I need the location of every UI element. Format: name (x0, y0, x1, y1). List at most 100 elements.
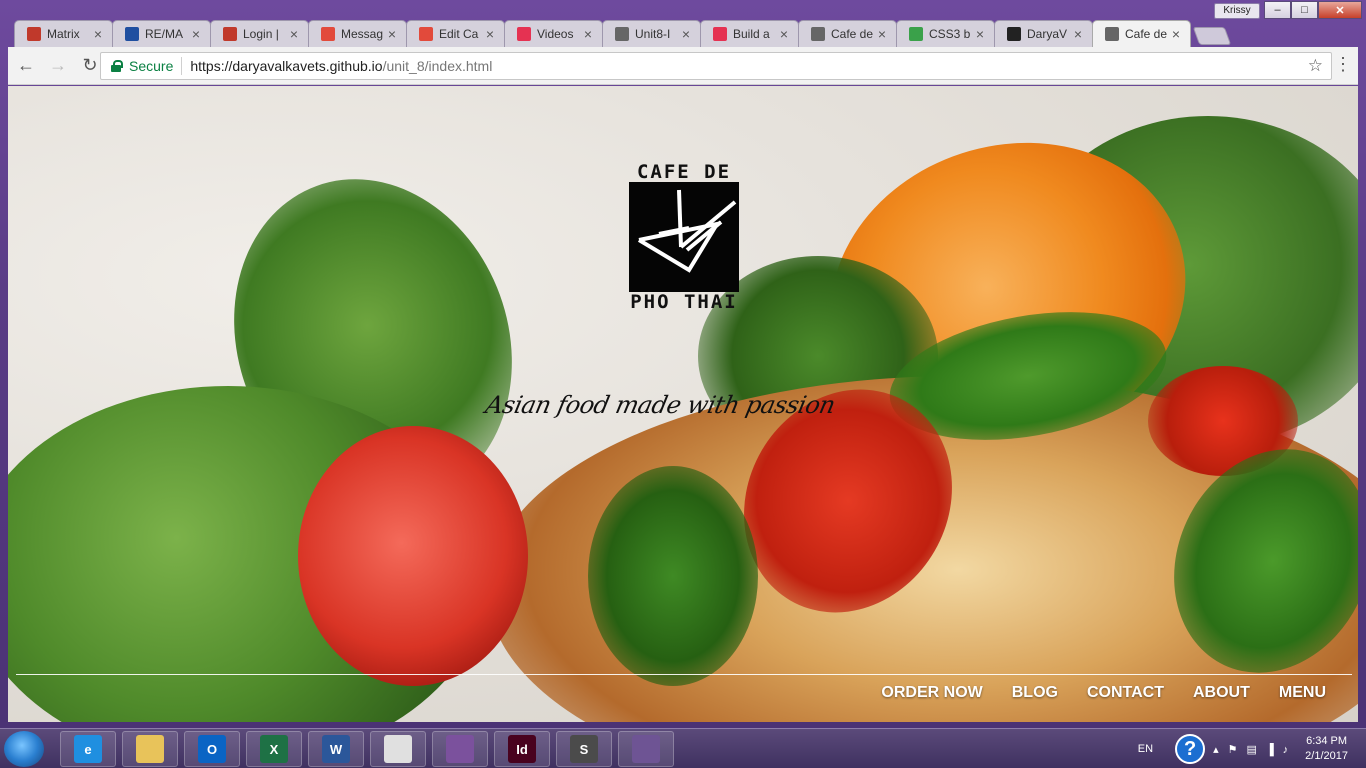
tab-close-icon[interactable]: × (680, 27, 692, 41)
minimize-button[interactable]: – (1264, 1, 1291, 19)
profile-badge[interactable]: Krissy (1214, 3, 1260, 19)
browser-window-frame: Krissy – □ ✕ Matrix × RE/MA × Login | × Messag… (0, 0, 1366, 728)
nav-link-blog[interactable]: BLOG (1012, 684, 1058, 702)
language-indicator[interactable]: EN (1138, 743, 1153, 755)
address-bar[interactable]: Secure https://daryavalkavets.github.io … (100, 52, 1332, 80)
help-icon[interactable]: ? (1175, 734, 1206, 764)
nav-link-about[interactable]: ABOUT (1193, 684, 1250, 702)
taskbar-item[interactable]: O (184, 731, 240, 767)
taskbar-item[interactable]: W (308, 731, 364, 767)
tab-title: Unit8-I (635, 27, 671, 41)
tab-2[interactable]: Login | × (210, 20, 309, 47)
viber-icon (446, 735, 474, 763)
github-icon (1007, 27, 1021, 41)
tab-3[interactable]: Messag × (308, 20, 407, 47)
start-button[interactable] (4, 731, 44, 767)
tab-title: Cafe de (831, 27, 874, 41)
web-page: CAFE DE PHO THAI Asian food made with pa… (8, 86, 1358, 722)
tab-0[interactable]: Matrix × (14, 20, 113, 47)
show-hidden-icons-icon[interactable]: ▴ (1213, 744, 1219, 756)
ca-icon (517, 27, 531, 41)
clock[interactable]: 6:34 PM 2/1/2017 (1305, 734, 1348, 764)
back-button[interactable]: ← (12, 52, 40, 80)
taskbar-item[interactable]: S (556, 731, 612, 767)
forward-button[interactable]: → (44, 52, 72, 80)
tab-title: Cafe de (1125, 27, 1168, 41)
lock-icon (111, 60, 123, 72)
ca-icon (713, 27, 727, 41)
tab-11[interactable]: Cafe de × (1092, 20, 1191, 47)
nav-link-contact[interactable]: CONTACT (1087, 684, 1164, 702)
hero-image-pepper (588, 466, 758, 686)
network-signal-icon[interactable]: ▐ (1266, 744, 1274, 756)
taskbar-item[interactable] (432, 731, 488, 767)
nav-link-order-now[interactable]: ORDER NOW (881, 684, 982, 702)
document-icon (811, 27, 825, 41)
tab-10[interactable]: DaryaV × (994, 20, 1093, 47)
tab-5[interactable]: Videos × (504, 20, 603, 47)
x-logo-icon (223, 27, 237, 41)
tab-close-icon[interactable]: × (288, 27, 300, 41)
clock-time: 6:34 PM (1306, 735, 1348, 747)
tab-title: Messag (341, 27, 384, 41)
taskbar-item[interactable] (618, 731, 674, 767)
nav-divider (16, 674, 1352, 675)
system-tray: EN ? ▴ ⚑ ▤ ▐ ♪ 6:34 PM 2/1/2017 (1138, 729, 1366, 768)
chopsticks-bowl-logo-icon (629, 182, 739, 292)
chat-icon (419, 27, 433, 41)
tab-close-icon[interactable]: × (582, 27, 594, 41)
taskbar-item[interactable]: e (60, 731, 116, 767)
browser-toolbar: ← → ↻ Secure https://daryavalkavets.gith… (8, 47, 1358, 85)
taskbar-item[interactable]: Id (494, 731, 550, 767)
tab-close-icon[interactable]: × (386, 27, 398, 41)
matrix-icon (27, 27, 41, 41)
tab-7[interactable]: Build a × (700, 20, 799, 47)
action-center-flag-icon[interactable]: ⚑ (1228, 744, 1238, 756)
tab-close-icon[interactable]: × (1170, 27, 1182, 41)
nav-link-menu[interactable]: MENU (1279, 684, 1326, 702)
tab-close-icon[interactable]: × (876, 27, 888, 41)
taskbar-item[interactable]: X (246, 731, 302, 767)
logo-text-bottom: PHO THAI (630, 291, 738, 313)
tab-title: Matrix (47, 27, 80, 41)
internet-explorer-icon: e (74, 735, 102, 763)
taskbar-item[interactable] (370, 731, 426, 767)
chat-icon (321, 27, 335, 41)
power-icon[interactable]: ▤ (1246, 744, 1256, 756)
outlook-icon: O (198, 735, 226, 763)
document-icon (1105, 27, 1119, 41)
remax-icon (125, 27, 139, 41)
tab-close-icon[interactable]: × (92, 27, 104, 41)
excel-icon: X (260, 735, 288, 763)
css3-icon (909, 27, 923, 41)
url-host: https://daryavalkavets.github.io (190, 58, 383, 74)
tab-9[interactable]: CSS3 b × (896, 20, 995, 47)
document-icon (615, 27, 629, 41)
close-window-button[interactable]: ✕ (1318, 1, 1362, 19)
tab-close-icon[interactable]: × (190, 27, 202, 41)
tab-close-icon[interactable]: × (974, 27, 986, 41)
url-path: /unit_8/index.html (382, 58, 493, 74)
tab-close-icon[interactable]: × (778, 27, 790, 41)
tab-8[interactable]: Cafe de × (798, 20, 897, 47)
word-icon: W (322, 735, 350, 763)
tab-close-icon[interactable]: × (484, 27, 496, 41)
tab-title: DaryaV (1027, 27, 1068, 41)
bookmark-star-icon[interactable]: ☆ (1308, 56, 1323, 76)
tab-4[interactable]: Edit Ca × (406, 20, 505, 47)
volume-icon[interactable]: ♪ (1283, 744, 1289, 756)
omnibox-divider (181, 57, 183, 75)
site-navigation: ORDER NOW BLOG CONTACT ABOUT MENU (852, 684, 1326, 702)
tab-1[interactable]: RE/MA × (112, 20, 211, 47)
tab-title: RE/MA (145, 27, 184, 41)
taskbar-item[interactable] (122, 731, 178, 767)
browser-menu-icon[interactable]: ⋮ (1334, 55, 1352, 73)
clock-date: 2/1/2017 (1305, 750, 1348, 762)
tab-title: Videos (537, 27, 574, 41)
new-tab-button[interactable] (1192, 27, 1232, 45)
tab-6[interactable]: Unit8-I × (602, 20, 701, 47)
maximize-button[interactable]: □ (1291, 1, 1318, 19)
chrome-icon (384, 735, 412, 763)
tab-close-icon[interactable]: × (1072, 27, 1084, 41)
site-logo[interactable]: CAFE DE PHO THAI (628, 162, 740, 312)
